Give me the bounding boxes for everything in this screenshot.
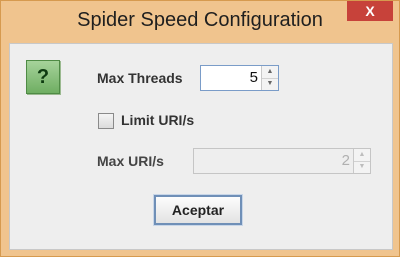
max-uri-label: Max URI/s [97, 153, 164, 169]
limit-uri-checkbox[interactable] [98, 113, 114, 129]
spinner-down-icon[interactable]: ▼ [262, 78, 278, 90]
limit-uri-label[interactable]: Limit URI/s [121, 112, 194, 128]
max-threads-value[interactable]: 5 [201, 66, 262, 90]
max-uri-spinner[interactable]: 2 ▲ ▼ [193, 148, 371, 174]
question-icon: ? [26, 60, 60, 94]
accept-button[interactable]: Aceptar [153, 194, 243, 226]
dialog-window: Spider Speed Configuration X ? Max Threa… [0, 0, 400, 257]
max-threads-label: Max Threads [97, 70, 183, 86]
dialog-content: ? Max Threads 5 ▲ ▼ Limit URI/s Max URI/… [9, 43, 393, 250]
title-bar[interactable]: Spider Speed Configuration X [1, 1, 399, 43]
max-uri-value[interactable]: 2 [194, 149, 354, 173]
max-threads-spinner[interactable]: 5 ▲ ▼ [200, 65, 279, 91]
window-title: Spider Speed Configuration [77, 9, 323, 31]
spinner-down-icon[interactable]: ▼ [354, 161, 370, 173]
spinner-arrows: ▲ ▼ [261, 66, 278, 90]
spinner-arrows: ▲ ▼ [353, 149, 370, 173]
close-icon: X [365, 3, 375, 19]
close-button[interactable]: X [347, 1, 393, 21]
